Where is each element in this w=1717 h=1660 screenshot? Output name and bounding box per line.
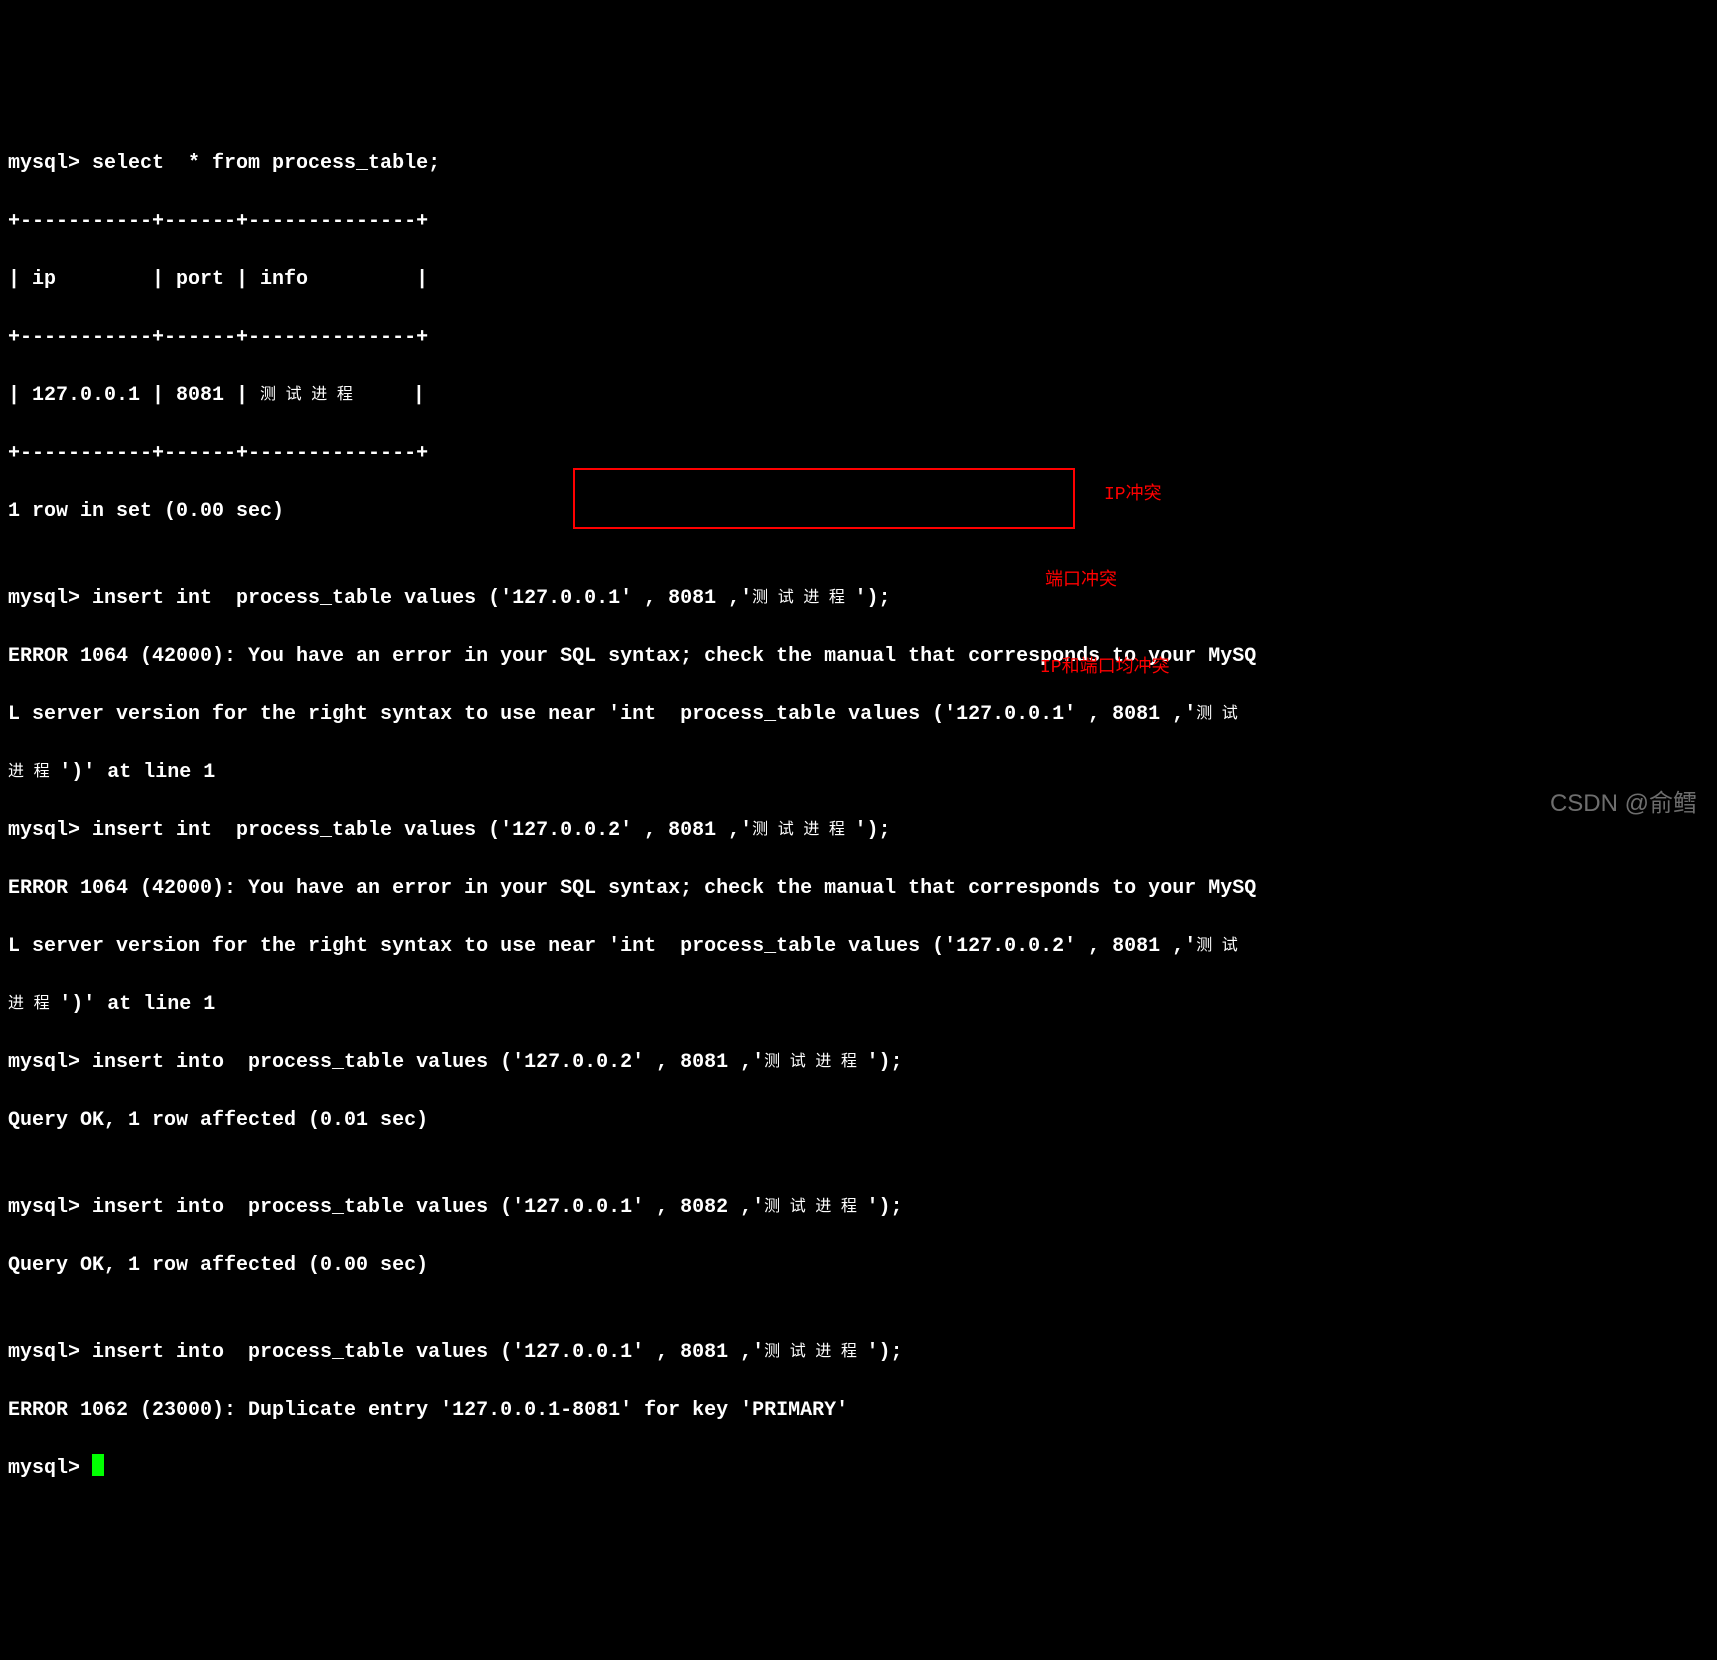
- table-row: | 127.0.0.1 | 8081 | 测 试 进 程 |: [8, 381, 1709, 410]
- annotation-both-conflict: IP和端口均冲突: [1040, 655, 1170, 681]
- highlight-box: [573, 468, 1075, 529]
- sql-command: mysql> insert into process_table values …: [8, 1193, 1709, 1222]
- result-summary: Query OK, 1 row affected (0.00 sec): [8, 1251, 1709, 1280]
- watermark: CSDN @俞鳕: [1550, 787, 1697, 822]
- sql-command: mysql> insert into process_table values …: [8, 1048, 1709, 1077]
- sql-command: mysql> insert int process_table values (…: [8, 584, 1709, 613]
- error-message: ERROR 1064 (42000): You have an error in…: [8, 642, 1709, 671]
- error-message: 进 程 ')' at line 1: [8, 990, 1709, 1019]
- error-message: L server version for the right syntax to…: [8, 700, 1709, 729]
- sql-command: mysql> insert into process_table values …: [8, 1338, 1709, 1367]
- table-border: +-----------+------+--------------+: [8, 323, 1709, 352]
- terminal-output: mysql> select * from process_table; +---…: [8, 120, 1709, 1512]
- cursor-icon: [92, 1454, 104, 1476]
- error-message: L server version for the right syntax to…: [8, 932, 1709, 961]
- result-summary: Query OK, 1 row affected (0.01 sec): [8, 1106, 1709, 1135]
- table-header: | ip | port | info |: [8, 265, 1709, 294]
- table-border: +-----------+------+--------------+: [8, 439, 1709, 468]
- annotation-port-conflict: 端口冲突: [1045, 568, 1117, 594]
- sql-command: mysql> insert int process_table values (…: [8, 816, 1709, 845]
- error-message: ERROR 1062 (23000): Duplicate entry '127…: [8, 1396, 1709, 1425]
- error-message: 进 程 ')' at line 1: [8, 758, 1709, 787]
- annotation-ip-conflict: IP冲突: [1104, 482, 1162, 508]
- table-border: +-----------+------+--------------+: [8, 207, 1709, 236]
- mysql-prompt[interactable]: mysql>: [8, 1454, 1709, 1483]
- error-message: ERROR 1064 (42000): You have an error in…: [8, 874, 1709, 903]
- terminal-line: mysql> select * from process_table;: [8, 149, 1709, 178]
